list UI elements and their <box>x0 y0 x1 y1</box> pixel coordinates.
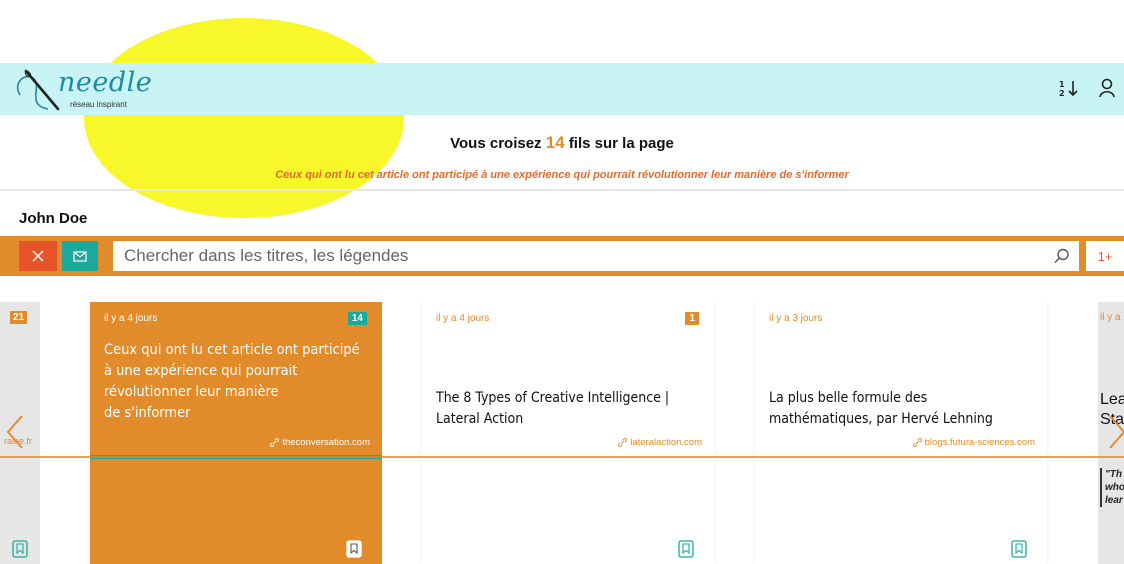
app-header: needle réseau inspirant 1 2 <box>0 63 1124 115</box>
divider <box>0 189 1124 191</box>
card-title-line: Ceux qui ont lu cet article ont particip… <box>104 342 360 358</box>
card-quote: "Th who lear <box>1100 468 1124 507</box>
card-time: il y a 4 jours <box>436 313 490 324</box>
bookmark-icon[interactable] <box>12 540 28 558</box>
close-icon <box>32 250 44 262</box>
card-title: The 8 Types of Creative Intelligence | L… <box>436 388 700 430</box>
card-title-line: révolutionner leur manière <box>104 384 279 400</box>
card-title: La plus belle formule des mathématiques,… <box>769 388 1033 430</box>
card-source[interactable]: theconversation.com <box>270 437 370 448</box>
card-source[interactable]: lateralaction.com <box>618 437 702 448</box>
card-source-domain: theconversation.com <box>282 437 370 448</box>
page-article-subtitle: Ceux qui ont lu cet article ont particip… <box>275 169 849 181</box>
chevron-right-icon[interactable] <box>1104 412 1124 452</box>
carousel-guide-line <box>0 456 1124 458</box>
card-count-badge: 21 <box>10 311 28 324</box>
card-title-line: à une expérience qui pourrait <box>104 363 298 379</box>
logo-wordmark: needle <box>58 67 153 98</box>
needle-logo[interactable]: needle réseau inspirant <box>12 65 172 113</box>
link-icon <box>912 438 922 447</box>
card-title: Ceux qui ont lu cet article ont particip… <box>104 340 368 424</box>
link-icon <box>618 438 628 447</box>
card-quote-line: lear <box>1105 495 1123 506</box>
thread-count-number: 14 <box>545 133 565 152</box>
chevron-left-icon[interactable] <box>4 412 28 452</box>
mail-button[interactable] <box>62 241 98 271</box>
add-filter-button[interactable]: 1+ <box>1086 241 1124 271</box>
thread-card[interactable]: il y a 3 jours La plus belle formule des… <box>755 302 1047 564</box>
card-time: il y a 4 jours <box>104 313 158 324</box>
link-icon <box>270 438 280 447</box>
card-title-line: de s'informer <box>104 405 191 421</box>
sort-button[interactable]: 1 2 <box>1056 75 1082 101</box>
card-time: il y a <box>1100 312 1121 323</box>
threads-carousel: 21 raine.fr il y a 4 jours 14 Ceux qui o… <box>0 302 1124 564</box>
sort-numeric-icon: 1 2 <box>1059 80 1078 98</box>
user-name: John Doe <box>19 210 88 227</box>
thread-card-active[interactable]: il y a 4 jours 14 Ceux qui ont lu cet ar… <box>90 302 382 564</box>
svg-text:2: 2 <box>1059 89 1065 98</box>
card-title-line: Lea <box>1100 391 1124 408</box>
search-toolbar: 1+ <box>0 236 1124 276</box>
svg-text:1: 1 <box>1059 80 1065 89</box>
close-button[interactable] <box>19 241 57 271</box>
decorative-sun <box>84 18 404 218</box>
card-title-line: mathématiques, par Hervé Lehning <box>769 411 993 427</box>
card-time: il y a 3 jours <box>769 313 823 324</box>
count-suffix: fils sur la page <box>568 135 674 152</box>
bookmark-icon[interactable] <box>346 540 362 558</box>
search-input[interactable] <box>113 241 1043 271</box>
user-icon <box>1099 78 1115 98</box>
logo-tagline: réseau inspirant <box>70 100 127 109</box>
card-title-line: Lateral Action <box>436 411 524 427</box>
bookmark-icon[interactable] <box>678 540 694 558</box>
card-source-domain: blogs.futura-sciences.com <box>924 437 1035 448</box>
card-quote-line: who <box>1105 482 1124 493</box>
card-count-badge: 1 <box>685 312 699 325</box>
user-account-button[interactable] <box>1094 75 1120 101</box>
card-source-domain: lateralaction.com <box>630 437 702 448</box>
thread-count-summary: Vous croisez 14 fils sur la page <box>0 133 1124 153</box>
search-field <box>113 241 1079 271</box>
card-quote-line: "Th <box>1105 469 1122 480</box>
card-title-line: The 8 Types of Creative Intelligence | <box>436 390 670 406</box>
card-count-badge: 14 <box>347 312 367 325</box>
search-icon[interactable] <box>1053 247 1071 265</box>
count-prefix: Vous croisez <box>450 135 542 152</box>
card-source[interactable]: blogs.futura-sciences.com <box>912 437 1035 448</box>
mail-icon <box>73 250 87 262</box>
card-title-line: La plus belle formule des <box>769 390 928 406</box>
bookmark-icon[interactable] <box>1011 540 1027 558</box>
thread-card[interactable]: il y a 4 jours 1 The 8 Types of Creative… <box>422 302 714 564</box>
